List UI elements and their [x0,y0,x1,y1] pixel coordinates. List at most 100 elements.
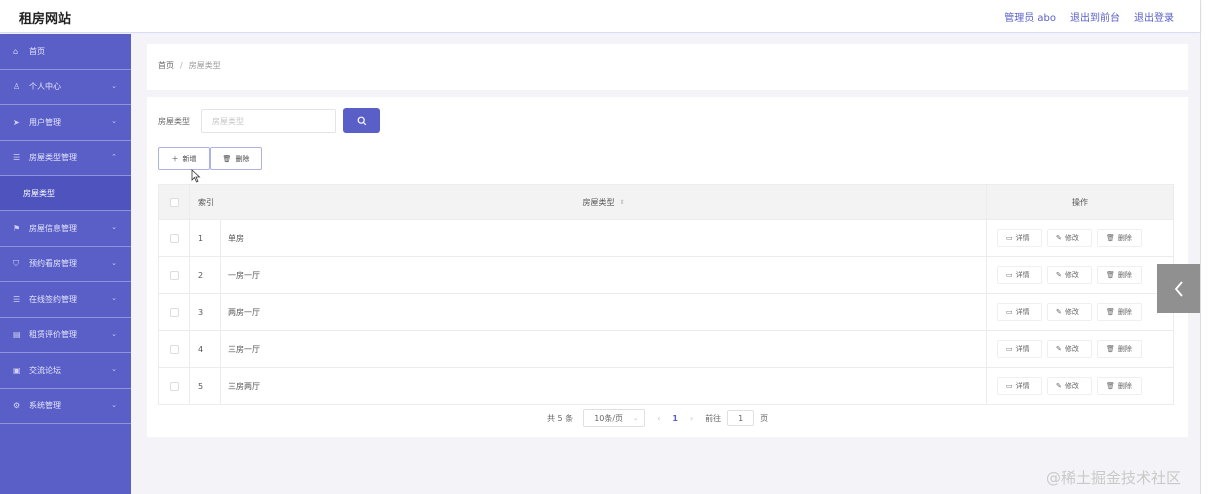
row-index: 2 [190,257,221,293]
sidebar-item-rental-review[interactable]: ▤ 租赁评价管理 ⌄ [0,318,131,353]
sidebar-item-label: 预约看房管理 [29,259,77,269]
house-type-table: 索引 房屋类型 ⇕ 操作 1 单房 ▭ 详情 ✎ 修改 🗑 删除 2 一房一厅 ▭ 详情 … [158,184,1174,405]
breadcrumb-home[interactable]: 首页 [158,61,174,70]
detail-button[interactable]: ▭ 详情 [997,266,1042,284]
sidebar-item-personal-center[interactable]: ♙ 个人中心 ⌄ [0,70,131,105]
breadcrumb-separator: / [180,61,183,70]
sidebar-item-label: 首页 [29,46,45,56]
detail-button[interactable]: ▭ 详情 [997,229,1042,247]
edit-icon: ✎ [1056,382,1062,390]
sidebar-item-home[interactable]: ⌂ 首页 [0,34,131,70]
pagination-total: 共 5 条 [547,413,574,423]
detail-icon: ▭ [1006,234,1013,242]
edit-icon: ✎ [1056,308,1062,316]
edit-button[interactable]: ✎ 修改 [1047,377,1092,395]
sidebar-item-label: 房屋信息管理 [29,223,77,233]
user-icon: ♙ [13,82,21,92]
sidebar-item-system-management[interactable]: ⚙ 系统管理 ⌄ [0,389,131,424]
sort-icon[interactable]: ⇕ [619,199,624,206]
trash-icon: 🗑 [1106,308,1115,316]
row-checkbox[interactable] [169,270,179,280]
row-delete-button[interactable]: 🗑 删除 [1097,303,1142,321]
detail-button[interactable]: ▭ 详情 [997,340,1042,358]
detail-icon: ▭ [1006,345,1013,353]
row-delete-button[interactable]: 🗑 删除 [1097,266,1142,284]
home-icon: ⌂ [13,46,19,56]
current-page-number[interactable]: 1 [672,414,678,423]
edit-label: 修改 [1064,345,1079,353]
row-checkbox-cell [159,294,190,330]
select-all-checkbox[interactable] [169,197,179,207]
row-house-type: 三房一厅 [221,331,987,367]
edit-button[interactable]: ✎ 修改 [1047,340,1092,358]
delete-button[interactable]: 🗑 删除 [210,147,262,170]
sidebar-item-label: 租赁评价管理 [29,330,77,340]
edit-button[interactable]: ✎ 修改 [1047,266,1092,284]
chevron-down-icon: ⌄ [111,365,117,373]
detail-button[interactable]: ▭ 详情 [997,377,1042,395]
breadcrumb-card: 首页 / 房屋类型 [147,44,1188,90]
sidebar-item-house-type-management[interactable]: ☰ 房屋类型管理 ⌃ [0,141,131,176]
sidebar-item-label: 用户管理 [29,117,61,127]
row-checkbox[interactable] [169,307,179,317]
row-checkbox[interactable] [169,233,179,243]
next-page-button[interactable]: › [690,414,693,423]
header-index: 索引 [190,185,221,219]
row-house-type: 三房两厅 [221,368,987,404]
trash-icon: 🗑 [222,154,232,163]
table-row: 2 一房一厅 ▭ 详情 ✎ 修改 🗑 删除 [159,256,1173,293]
row-delete-button[interactable]: 🗑 删除 [1097,340,1142,358]
row-actions: ▭ 详情 ✎ 修改 🗑 删除 [987,331,1173,367]
sidebar-item-viewing-appointment[interactable]: ⛉ 预约看房管理 ⌄ [0,247,131,282]
prev-page-button[interactable]: ‹ [657,414,660,423]
site-title: 租房网站 [19,12,72,27]
row-checkbox[interactable] [169,381,179,391]
window-divider [1200,0,1201,494]
sidebar-item-house-info-management[interactable]: ⚑ 房屋信息管理 ⌄ [0,211,131,247]
exit-to-front-link[interactable]: 退出到前台 [1070,9,1120,24]
row-actions: ▭ 详情 ✎ 修改 🗑 删除 [987,257,1173,293]
header-type[interactable]: 房屋类型 ⇕ [221,185,987,219]
admin-user-link[interactable]: 管理员 abo [1004,9,1056,24]
row-delete-button[interactable]: 🗑 删除 [1097,229,1142,247]
breadcrumb: 首页 / 房屋类型 [158,60,221,71]
logout-link[interactable]: 退出登录 [1134,9,1174,24]
detail-icon: ▭ [1006,308,1013,316]
header-ops: 操作 [987,185,1173,219]
search-label: 房屋类型 [158,117,190,126]
goto-label: 前往 [705,413,722,423]
sidebar-item-user-management[interactable]: ➤ 用户管理 ⌄ [0,105,131,141]
edit-icon: ✎ [1056,234,1062,242]
sidebar-item-forum[interactable]: ▣ 交流论坛 ⌄ [0,353,131,389]
delete-button-label: 删除 [235,154,250,163]
list-icon: ☰ [13,153,21,163]
search-button[interactable] [343,108,380,133]
goto-page-input[interactable]: 1 [727,410,755,426]
search-input[interactable] [201,109,336,133]
pagination: 共 5 条 10条/页 ⌄ ‹ 1 › 前往 1 页 [547,409,768,427]
page-size-select[interactable]: 10条/页 ⌄ [583,409,646,427]
detail-button[interactable]: ▭ 详情 [997,303,1042,321]
sidebar-item-label: 交流论坛 [29,365,61,375]
row-delete-label: 删除 [1117,271,1132,279]
sidebar-subitem-label: 房屋类型 [23,188,55,198]
detail-icon: ▭ [1006,271,1013,279]
sidebar-item-label: 房屋类型管理 [29,153,77,163]
chevron-down-icon: ⌄ [111,329,117,338]
row-checkbox-cell [159,257,190,293]
sidebar-item-online-contract[interactable]: ☰ 在线签约管理 ⌄ [0,282,131,318]
row-actions: ▭ 详情 ✎ 修改 🗑 删除 [987,368,1173,404]
sidebar-subitem-house-type[interactable]: 房屋类型 [0,176,131,211]
detail-label: 详情 [1015,382,1030,390]
watermark: @稀土掘金技术社区 [1046,469,1182,487]
header-ops-label: 操作 [1072,197,1088,207]
row-checkbox[interactable] [169,344,179,354]
edit-button[interactable]: ✎ 修改 [1047,303,1092,321]
edit-button[interactable]: ✎ 修改 [1047,229,1092,247]
header-type-label: 房屋类型 [582,197,615,207]
add-button[interactable]: ＋ 新增 [158,147,210,170]
collapse-panel-button[interactable] [1157,264,1200,313]
page-suffix: 页 [760,413,769,423]
row-delete-button[interactable]: 🗑 删除 [1097,377,1142,395]
chevron-down-icon: ⌄ [111,81,117,90]
